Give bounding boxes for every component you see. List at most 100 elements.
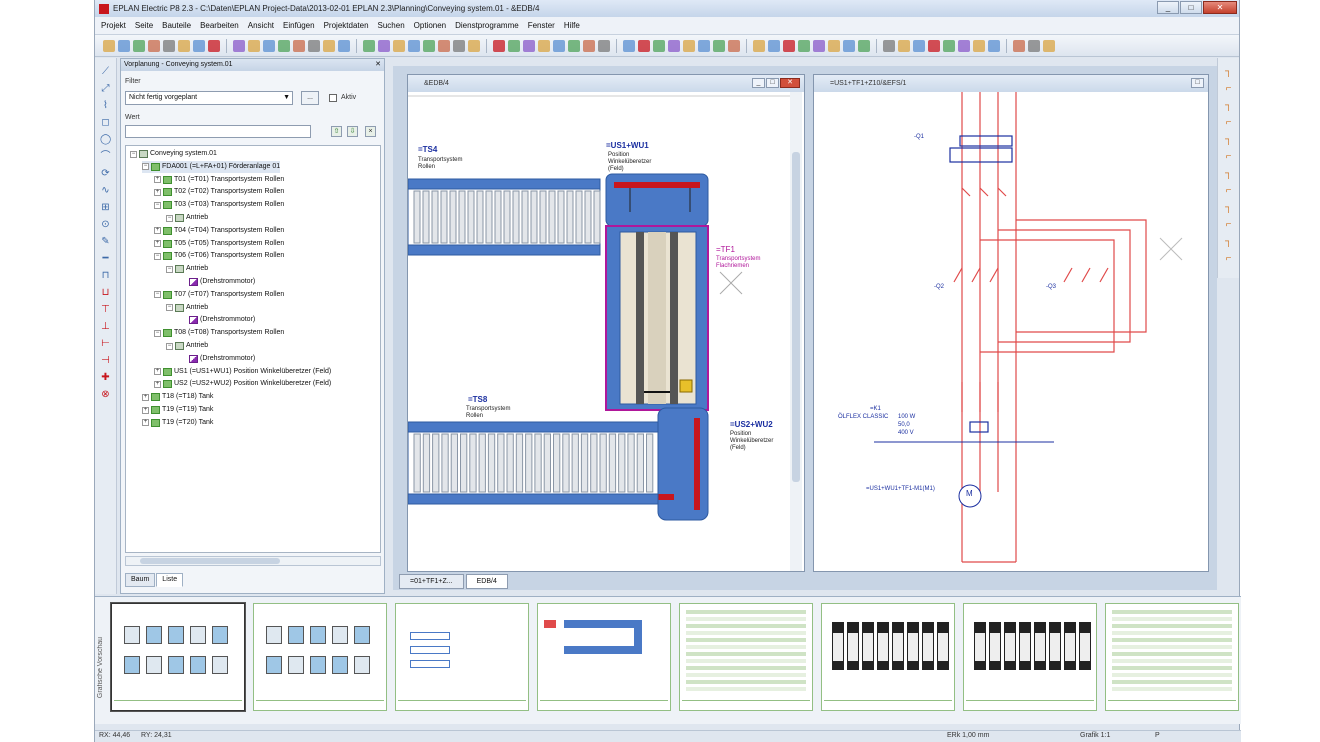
menu-projekt[interactable]: Projekt (101, 21, 126, 30)
tree-node[interactable]: + T19 (=T20) Tank (142, 417, 213, 429)
connection-symbol-icon[interactable]: ┐ (1223, 100, 1234, 111)
draw-tool-icon[interactable]: ⊔ (100, 287, 111, 298)
zoom-icon[interactable] (378, 39, 390, 52)
tree-node[interactable]: + US2 (=US2+WU2) Position Winkelüberetzer… (154, 378, 331, 390)
draw-tool-icon[interactable]: ⊙ (100, 219, 111, 230)
page-thumbnail[interactable] (110, 602, 246, 712)
zoom-icon[interactable] (523, 39, 535, 52)
expand-icon[interactable]: + (154, 227, 161, 235)
draw-tool-icon[interactable]: ⊣ (100, 355, 111, 366)
menu-optionen[interactable]: Optionen (414, 21, 446, 30)
connection-symbol-icon[interactable]: ┐ (1223, 236, 1234, 247)
cut-icon[interactable] (883, 39, 895, 52)
redo-icon[interactable] (943, 39, 955, 52)
expand-icon[interactable]: + (154, 380, 161, 388)
tree-node[interactable]: − Antrieb (166, 302, 208, 314)
tree-node[interactable]: − Antrieb (166, 340, 208, 352)
collapse-icon[interactable]: − (154, 329, 161, 337)
redo-icon[interactable] (508, 39, 520, 52)
collapse-icon[interactable]: − (154, 291, 161, 299)
page-thumbnail[interactable] (537, 603, 671, 711)
menu-hilfe[interactable]: Hilfe (564, 21, 580, 30)
menu-bearbeiten[interactable]: Bearbeiten (200, 21, 239, 30)
open-icon[interactable] (843, 39, 855, 52)
expand-icon[interactable]: + (154, 368, 161, 376)
maximize-button[interactable]: □ (1180, 1, 1202, 14)
expand-icon[interactable]: + (142, 406, 149, 414)
menu-ansicht[interactable]: Ansicht (248, 21, 274, 30)
collapse-icon[interactable]: − (166, 214, 173, 222)
apply-down-icon[interactable]: ⇩ (347, 126, 358, 137)
connection-symbol-icon[interactable]: ⌐ (1223, 185, 1234, 196)
copy-icon[interactable] (753, 39, 765, 52)
tree-node[interactable]: − T08 (=T08) Transportsystem Rollen (154, 327, 284, 339)
tab-schematic-page[interactable]: =01+TF1+Z... (399, 574, 464, 589)
expand-icon[interactable]: + (154, 240, 161, 248)
menu-suchen[interactable]: Suchen (378, 21, 405, 30)
copy-icon[interactable] (178, 39, 190, 52)
menu-fenster[interactable]: Fenster (528, 21, 555, 30)
connection-symbol-icon[interactable]: ⌐ (1223, 117, 1234, 128)
print-icon[interactable] (728, 39, 740, 52)
open-icon[interactable] (553, 39, 565, 52)
connection-symbol-icon[interactable]: ⌐ (1223, 219, 1234, 230)
conveyor-layout-drawing[interactable]: =TS4 Transportsystem Rollen =US1+WU1 Pos… (407, 92, 804, 571)
tree-node[interactable]: + T05 (=T05) Transportsystem Rollen (154, 238, 284, 250)
paste-icon[interactable] (338, 39, 350, 52)
print-icon[interactable] (1013, 39, 1025, 52)
print-icon[interactable] (293, 39, 305, 52)
tree-node[interactable]: − T06 (=T06) Transportsystem Rollen (154, 250, 284, 262)
motor-symbol[interactable]: M (958, 484, 982, 508)
draw-tool-icon[interactable]: ⊥ (100, 321, 111, 332)
cut-icon[interactable] (453, 39, 465, 52)
draw-tool-icon[interactable]: ⊗ (100, 389, 111, 400)
collapse-icon[interactable]: − (166, 342, 173, 350)
draw-tool-icon[interactable]: ⌒ (100, 151, 111, 162)
tree-node[interactable]: − FDA001 (=L+FA+01) Förderanlage 01 (142, 160, 281, 173)
tree-node[interactable]: − Conveying system.01 (130, 148, 217, 160)
page-thumbnail[interactable] (963, 603, 1097, 711)
cut-icon[interactable] (598, 39, 610, 52)
draw-tool-icon[interactable]: ⤢ (100, 83, 111, 94)
schematic-drawing[interactable]: -Q1 -Q2 -Q3 =K1 ÖLFLEX CLASSIC 100 W 50,… (814, 92, 1208, 571)
layout-minimize-button[interactable]: _ (752, 78, 765, 88)
save-icon[interactable] (278, 39, 290, 52)
print-icon[interactable] (438, 39, 450, 52)
undo-icon[interactable] (493, 39, 505, 52)
zoom-icon[interactable] (958, 39, 970, 52)
copy-icon[interactable] (323, 39, 335, 52)
draw-tool-icon[interactable]: ⊢ (100, 338, 111, 349)
tree-node[interactable]: (Drehstrommotor) (178, 314, 255, 326)
close-icon[interactable]: ✕ (375, 59, 381, 71)
page-thumbnail[interactable] (821, 603, 955, 711)
transfer-unit-us1[interactable] (605, 173, 709, 227)
save-icon[interactable] (133, 39, 145, 52)
expand-icon[interactable]: + (142, 419, 149, 427)
connection-symbol-icon[interactable]: ⌐ (1223, 253, 1234, 264)
tree-horizontal-scrollbar[interactable] (125, 556, 381, 566)
redo-icon[interactable] (798, 39, 810, 52)
undo-icon[interactable] (208, 39, 220, 52)
connection-symbol-icon[interactable]: ⌐ (1223, 151, 1234, 162)
tree-node[interactable]: − Antrieb (166, 263, 208, 275)
conveyor-tf1[interactable] (605, 225, 709, 411)
tree-node[interactable]: − Antrieb (166, 212, 208, 224)
draw-tool-icon[interactable]: ⟋ (100, 66, 111, 77)
tab-baum[interactable]: Baum (125, 573, 156, 587)
new-icon[interactable] (973, 39, 985, 52)
draw-tool-icon[interactable]: ⟳ (100, 168, 111, 179)
menu-einfuegen[interactable]: Einfügen (283, 21, 315, 30)
close-button[interactable]: ✕ (1203, 1, 1237, 14)
open-icon[interactable] (408, 39, 420, 52)
copy-icon[interactable] (1043, 39, 1055, 52)
tree-node[interactable]: + T18 (=T18) Tank (142, 391, 213, 403)
draw-tool-icon[interactable]: ∿ (100, 185, 111, 196)
paste-icon[interactable] (913, 39, 925, 52)
page-thumbnail[interactable] (1105, 603, 1239, 711)
tree-node[interactable]: − T03 (=T03) Transportsystem Rollen (154, 199, 284, 211)
copy-icon[interactable] (898, 39, 910, 52)
schematic-restore-button[interactable]: □ (1191, 78, 1204, 88)
collapse-icon[interactable]: − (142, 163, 149, 171)
new-icon[interactable] (683, 39, 695, 52)
tree-node[interactable]: + T01 (=T01) Transportsystem Rollen (154, 174, 284, 186)
